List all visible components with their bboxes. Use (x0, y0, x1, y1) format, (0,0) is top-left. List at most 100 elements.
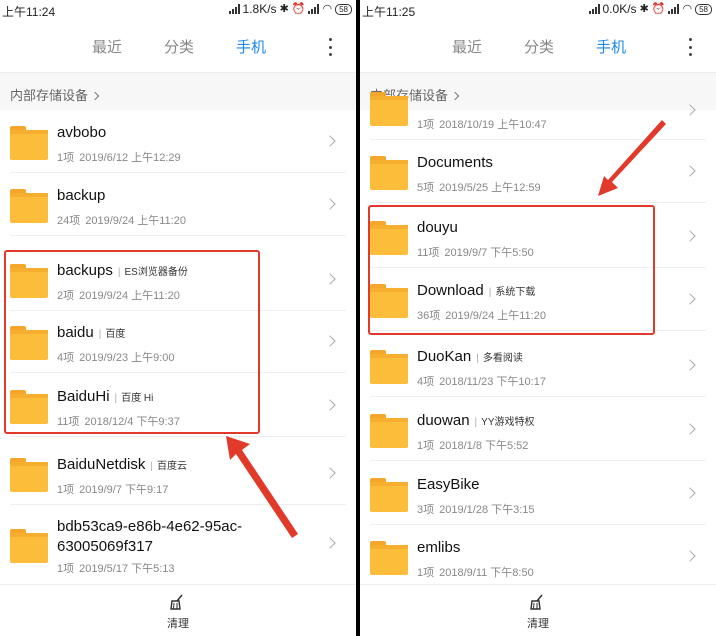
tab-bar: 最近 分类 手机 (0, 32, 356, 62)
clean-label: 清理 (527, 618, 549, 630)
chevron-right-icon (684, 293, 696, 305)
chevron-right-icon (324, 399, 336, 411)
list-item[interactable]: DuoKan 多看阅读 4项 2018/11/23 下午10:17 (360, 334, 716, 397)
signal-icon (668, 4, 680, 14)
item-count: 1项 (417, 440, 435, 452)
chevron-right-icon (684, 230, 696, 242)
folder-icon (370, 541, 408, 575)
chevron-right-icon (324, 467, 336, 479)
item-count: 1项 (57, 563, 75, 575)
chevron-right-icon (684, 359, 696, 371)
list-item[interactable]: emlibs 1项 2018/9/11 下午8:50 (360, 525, 716, 588)
network-speed: 0.0K/s (602, 2, 637, 16)
signal-icon (308, 4, 320, 14)
chevron-right-icon (684, 165, 696, 177)
file-name: EasyBike (417, 476, 480, 493)
folder-icon (370, 92, 408, 126)
modified-date: 2019/9/24 上午11:20 (85, 215, 186, 227)
item-count: 5项 (417, 182, 435, 194)
bluetooth-icon: ✱ (639, 3, 649, 15)
status-time: 上午11:24 (2, 5, 56, 19)
more-menu-icon[interactable] (328, 38, 332, 56)
battery-icon: 58 (335, 3, 352, 15)
modified-date: 2018/11/23 下午10:17 (439, 376, 546, 388)
tab-bar: 最近 分类 手机 (360, 32, 716, 62)
battery-icon: 58 (695, 3, 712, 15)
list-item[interactable]: avbobo 1项 2019/6/12 上午12:29 (0, 110, 356, 173)
list-item[interactable]: bdb53ca9-e86b-4e62-95ac- 63005069f317 1项 2… (0, 505, 356, 585)
modified-date: 2019/5/17 下午5:13 (79, 563, 175, 575)
wifi-icon: ◠ (682, 3, 693, 15)
wifi-icon: ◠ (322, 3, 333, 15)
chevron-right-icon (324, 135, 336, 147)
item-count: 3项 (417, 504, 435, 516)
list-item[interactable]: duowan YY游戏特权 1项 2018/1/8 下午5:52 (360, 398, 716, 461)
modified-date: 2018/9/11 下午8:50 (439, 567, 534, 579)
broom-icon[interactable] (528, 593, 548, 611)
file-name: DuoKan (417, 348, 472, 365)
tab-phone[interactable]: 手机 (236, 36, 266, 57)
tab-category[interactable]: 分类 (524, 36, 554, 57)
red-arrow-icon (226, 436, 298, 538)
more-menu-icon[interactable] (688, 38, 692, 56)
folder-icon (370, 414, 408, 448)
item-count: 1项 (417, 567, 435, 579)
file-name: Documents (417, 154, 493, 171)
modified-date: 2019/9/7 下午9:17 (79, 484, 169, 496)
bottom-toolbar: 清理 (0, 584, 356, 636)
item-count: 24项 (57, 215, 81, 227)
file-name: emlibs (417, 539, 461, 556)
folder-tag: 百度云 (150, 461, 187, 472)
folder-icon (10, 189, 48, 223)
tab-recent[interactable]: 最近 (92, 36, 122, 57)
chevron-right-icon (684, 487, 696, 499)
chevron-right-icon (324, 335, 336, 347)
chevron-right-icon (684, 423, 696, 435)
modified-date: 2019/5/25 上午12:59 (439, 182, 541, 194)
folder-tag: YY游戏特权 (475, 417, 535, 428)
folder-tag: 多看阅读 (476, 353, 523, 364)
highlight-box (368, 205, 655, 335)
modified-date: 2018/1/8 下午5:52 (439, 440, 529, 452)
cell-signal-icon (228, 4, 240, 14)
item-count: 1项 (57, 152, 75, 164)
folder-icon (370, 156, 408, 190)
item-count: 1项 (57, 484, 75, 496)
tab-recent[interactable]: 最近 (452, 36, 482, 57)
list-item[interactable]: backup 24项 2019/9/24 上午11:20 (0, 173, 356, 236)
chevron-right-icon (324, 198, 336, 210)
status-bar: 上午11:25 0.0K/s ✱ ⏰ ◠ 58 (360, 0, 716, 20)
file-name: backup (57, 187, 106, 204)
bottom-toolbar: 清理 (360, 584, 716, 636)
folder-icon (10, 458, 48, 492)
list-item[interactable]: EasyBike 3项 2019/1/28 下午3:15 (360, 462, 716, 525)
chevron-right-icon (90, 91, 100, 101)
alarm-icon: ⏰ (651, 3, 666, 15)
breadcrumb: 内部存储设备 (360, 72, 716, 110)
right-screen: 上午11:25 0.0K/s ✱ ⏰ ◠ 58 最近 分类 手机 内部存储设备 … (360, 0, 716, 636)
item-count: 1项 (417, 119, 435, 131)
tab-phone[interactable]: 手机 (596, 36, 626, 57)
chevron-right-icon (684, 550, 696, 562)
status-bar: 上午11:24 1.8K/s ✱ ⏰ ◠ 58 (0, 0, 356, 20)
alarm-icon: ⏰ (291, 3, 306, 15)
chevron-right-icon (324, 273, 336, 285)
modified-date: 2018/10/19 上午10:47 (439, 119, 547, 131)
left-screen: 上午11:24 1.8K/s ✱ ⏰ ◠ 58 最近 分类 手机 内部存储设备 … (0, 0, 356, 636)
file-name: BaiduNetdisk (57, 456, 146, 473)
breadcrumb-label: 内部存储设备 (10, 88, 89, 103)
breadcrumb: 内部存储设备 (0, 72, 356, 110)
tab-category[interactable]: 分类 (164, 36, 194, 57)
highlight-box (4, 250, 260, 434)
chevron-right-icon (450, 91, 460, 101)
modified-date: 2019/1/28 下午3:15 (439, 504, 535, 516)
list-item[interactable]: BaiduNetdisk 百度云 1项 2019/9/7 下午9:17 (0, 442, 356, 505)
status-time: 上午11:25 (362, 5, 416, 19)
network-speed: 1.8K/s (242, 2, 277, 16)
item-count: 4项 (417, 376, 435, 388)
broom-icon[interactable] (168, 593, 188, 611)
file-name: bdb53ca9-e86b-4e62-95ac- 63005069f317 (57, 518, 243, 555)
file-name: avbobo (57, 124, 107, 141)
folder-icon (370, 478, 408, 512)
red-arrow-icon (598, 120, 666, 196)
